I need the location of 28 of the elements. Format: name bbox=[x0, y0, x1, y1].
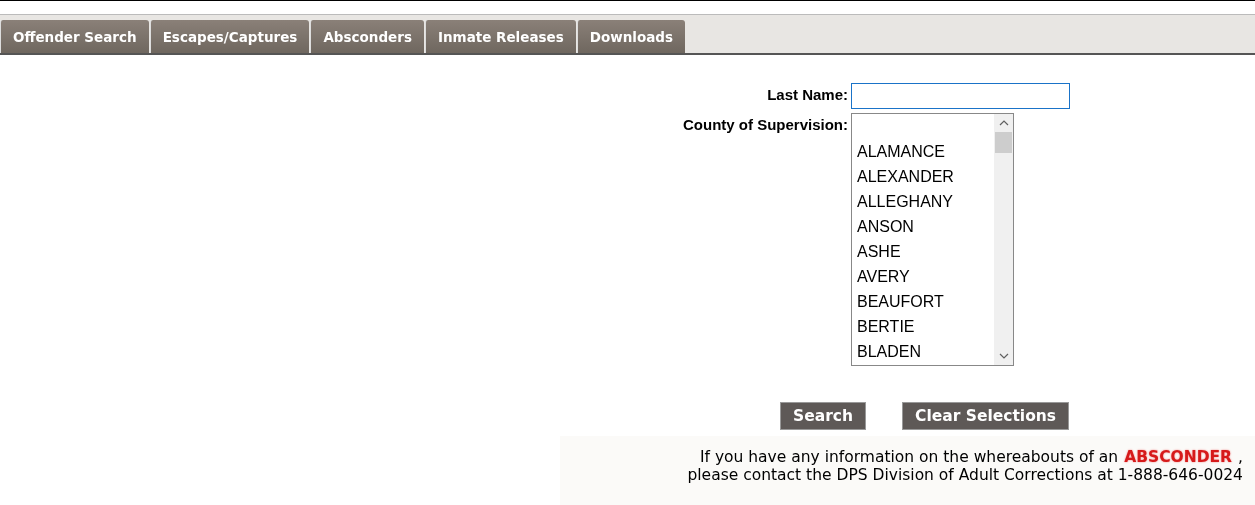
scroll-thumb[interactable] bbox=[995, 132, 1012, 153]
county-option[interactable]: ALAMANCE bbox=[857, 139, 994, 164]
county-option[interactable]: ASHE bbox=[857, 239, 994, 264]
search-button[interactable]: Search bbox=[780, 402, 866, 430]
last-name-field[interactable] bbox=[851, 83, 1070, 109]
county-option[interactable]: BLADEN bbox=[857, 339, 994, 364]
notice-text: If you have any information on the whereabouts of an bbox=[699, 448, 1119, 466]
last-name-label: Last Name: bbox=[767, 85, 848, 103]
scroll-down-icon[interactable] bbox=[998, 353, 1009, 359]
county-option[interactable]: BERTIE bbox=[857, 314, 994, 339]
county-option[interactable]: BEAUFORT bbox=[857, 289, 994, 314]
scrollbar[interactable] bbox=[994, 114, 1013, 365]
nav-tab[interactable]: Escapes/Captures bbox=[149, 20, 310, 53]
county-listbox[interactable]: ALAMANCE ALEXANDER ALLEGHANY ANSON ASHE AVERY BEAUFORT BERTIE BLADEN bbox=[851, 113, 1014, 366]
notice-comma: , bbox=[1238, 448, 1243, 466]
county-option[interactable]: AVERY bbox=[857, 264, 994, 289]
nav-tab[interactable]: Inmate Releases bbox=[424, 20, 576, 53]
notice-contact-text: please contact the DPS Division of Adult Corrections at 1-888-646-0024 bbox=[687, 466, 1243, 484]
clear-selections-button[interactable]: Clear Selections bbox=[902, 402, 1070, 430]
county-label: County of Supervision: bbox=[683, 115, 848, 133]
county-option[interactable]: ALLEGHANY bbox=[857, 189, 994, 214]
scroll-up-icon[interactable] bbox=[998, 120, 1009, 126]
county-option[interactable]: ALEXANDER bbox=[857, 164, 994, 189]
nav-tab[interactable]: Offender Search bbox=[0, 20, 149, 53]
nav-tab[interactable]: Downloads bbox=[576, 20, 685, 53]
county-option[interactable]: ANSON bbox=[857, 214, 994, 239]
absconder-highlight: ABSCONDER bbox=[1124, 448, 1233, 466]
nav-tab[interactable]: Absconders bbox=[310, 20, 424, 53]
